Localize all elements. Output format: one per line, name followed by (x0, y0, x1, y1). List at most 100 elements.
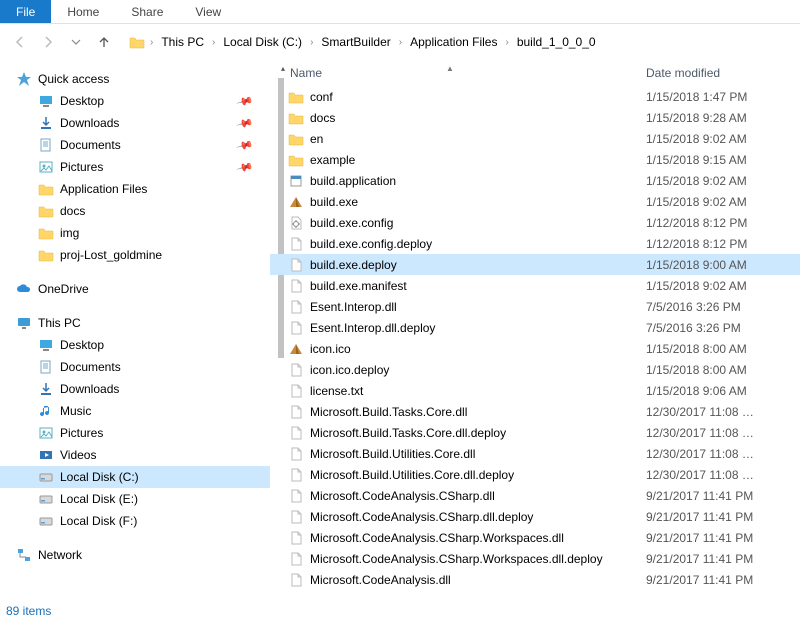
sidebar-item[interactable]: Local Disk (E:) (0, 488, 270, 510)
sidebar-item-label: Downloads (60, 382, 119, 396)
disk-icon (38, 513, 54, 529)
up-button[interactable] (92, 30, 116, 54)
file-icon (286, 467, 306, 483)
file-icon (286, 488, 306, 504)
file-row[interactable]: build.exe.config.deploy1/12/2018 8:12 PM (270, 233, 800, 254)
file-icon (286, 278, 306, 294)
sidebar-item[interactable]: Downloads📌 (0, 112, 270, 134)
sidebar-item[interactable]: Music (0, 400, 270, 422)
file-date: 1/15/2018 9:02 AM (646, 195, 786, 209)
file-row[interactable]: build.exe1/15/2018 9:02 AM (270, 191, 800, 212)
forward-button[interactable] (36, 30, 60, 54)
file-name: example (306, 153, 646, 167)
file-date: 9/21/2017 11:41 PM (646, 489, 786, 503)
file-date: 1/12/2018 8:12 PM (646, 216, 786, 230)
breadcrumb-item[interactable]: build_1_0_0_0 (513, 33, 600, 51)
chevron-right-icon: › (210, 37, 217, 48)
file-name: icon.ico.deploy (306, 363, 646, 377)
sidebar-item[interactable]: Local Disk (F:) (0, 510, 270, 532)
sidebar-item[interactable]: img (0, 222, 270, 244)
sidebar-item[interactable]: Desktop (0, 334, 270, 356)
column-date[interactable]: Date modified (646, 66, 766, 80)
sidebar-onedrive[interactable]: OneDrive (0, 278, 270, 300)
file-row[interactable]: Microsoft.Build.Utilities.Core.dll.deplo… (270, 464, 800, 485)
sidebar-item[interactable]: Pictures (0, 422, 270, 444)
sidebar-item[interactable]: Application Files (0, 178, 270, 200)
sidebar-item[interactable]: Desktop📌 (0, 90, 270, 112)
breadcrumb-item[interactable]: SmartBuilder (317, 33, 394, 51)
sidebar-item-label: Local Disk (F:) (60, 514, 137, 528)
file-row[interactable]: Microsoft.CodeAnalysis.CSharp.Workspaces… (270, 548, 800, 569)
file-row[interactable]: Microsoft.CodeAnalysis.CSharp.dll.deploy… (270, 506, 800, 527)
pin-icon: 📌 (236, 158, 254, 176)
file-row[interactable]: icon.ico.deploy1/15/2018 8:00 AM (270, 359, 800, 380)
file-row[interactable]: license.txt1/15/2018 9:06 AM (270, 380, 800, 401)
tab-share[interactable]: Share (115, 0, 179, 23)
file-row[interactable]: Microsoft.Build.Tasks.Core.dll.deploy12/… (270, 422, 800, 443)
file-row[interactable]: Microsoft.Build.Utilities.Core.dll12/30/… (270, 443, 800, 464)
recent-dropdown[interactable] (64, 30, 88, 54)
tab-view[interactable]: View (179, 0, 237, 23)
file-date: 9/21/2017 11:41 PM (646, 531, 786, 545)
file-row[interactable]: Microsoft.CodeAnalysis.dll9/21/2017 11:4… (270, 569, 800, 590)
sidebar-quick-access[interactable]: Quick access (0, 68, 270, 90)
arrow-left-icon (12, 34, 28, 50)
status-item-count: 89 items (6, 604, 51, 618)
status-bar: 89 items (0, 604, 800, 620)
file-tab[interactable]: File (0, 0, 51, 23)
sidebar-network[interactable]: Network (0, 544, 270, 566)
sidebar-label: Network (38, 548, 82, 562)
file-row[interactable]: build.exe.deploy1/15/2018 9:00 AM (270, 254, 800, 275)
file-icon (286, 509, 306, 525)
sidebar-item[interactable]: proj-Lost_goldmine (0, 244, 270, 266)
breadcrumb-item[interactable]: Local Disk (C:) (219, 33, 306, 51)
file-date: 1/15/2018 9:28 AM (646, 111, 786, 125)
sidebar-item[interactable]: Pictures 📌 (0, 156, 270, 178)
file-name: Microsoft.Build.Tasks.Core.dll.deploy (306, 426, 646, 440)
file-name: conf (306, 90, 646, 104)
file-name: build.exe.config (306, 216, 646, 230)
breadcrumb-item[interactable]: This PC (157, 33, 208, 51)
sidebar-item[interactable]: docs (0, 200, 270, 222)
sidebar-this-pc[interactable]: This PC (0, 312, 270, 334)
sort-asc-icon: ▲ (446, 64, 454, 73)
file-row[interactable]: icon.ico1/15/2018 8:00 AM (270, 338, 800, 359)
chevron-right-icon: › (397, 37, 404, 48)
pictures-icon (38, 159, 54, 175)
back-button[interactable] (8, 30, 32, 54)
sidebar-item-label: Pictures (60, 160, 103, 174)
file-row[interactable]: Esent.Interop.dll7/5/2016 3:26 PM (270, 296, 800, 317)
file-name: build.exe.deploy (306, 258, 646, 272)
chevron-right-icon: › (503, 37, 510, 48)
file-icon (286, 530, 306, 546)
sidebar-item[interactable]: Videos (0, 444, 270, 466)
sidebar-item[interactable]: Documents📌 (0, 134, 270, 156)
file-row[interactable]: docs1/15/2018 9:28 AM (270, 107, 800, 128)
cloud-icon (16, 281, 32, 297)
file-icon (286, 362, 306, 378)
file-row[interactable]: example1/15/2018 9:15 AM (270, 149, 800, 170)
breadcrumb[interactable]: › This PC › Local Disk (C:) › SmartBuild… (128, 33, 600, 51)
file-row[interactable]: en1/15/2018 9:02 AM (270, 128, 800, 149)
breadcrumb-item[interactable]: Application Files (406, 33, 501, 51)
file-row[interactable]: build.exe.manifest1/15/2018 9:02 AM (270, 275, 800, 296)
downloads-icon (38, 381, 54, 397)
file-row[interactable]: Esent.Interop.dll.deploy7/5/2016 3:26 PM (270, 317, 800, 338)
sidebar-item[interactable]: Local Disk (C:) (0, 466, 270, 488)
file-row[interactable]: Microsoft.Build.Tasks.Core.dll12/30/2017… (270, 401, 800, 422)
sidebar-item-label: Application Files (60, 182, 147, 196)
monitor-icon (16, 315, 32, 331)
pin-icon: 📌 (236, 92, 254, 110)
file-row[interactable]: Microsoft.CodeAnalysis.CSharp.dll9/21/20… (270, 485, 800, 506)
arrow-up-icon (96, 34, 112, 50)
sidebar-item[interactable]: Downloads (0, 378, 270, 400)
file-row[interactable]: Microsoft.CodeAnalysis.CSharp.Workspaces… (270, 527, 800, 548)
column-name[interactable]: Name ▲ (286, 66, 646, 80)
file-row[interactable]: build.application1/15/2018 9:02 AM (270, 170, 800, 191)
sidebar-item[interactable]: Documents (0, 356, 270, 378)
tab-home[interactable]: Home (51, 0, 115, 23)
file-row[interactable]: conf1/15/2018 1:47 PM (270, 86, 800, 107)
file-row[interactable]: build.exe.config1/12/2018 8:12 PM (270, 212, 800, 233)
sidebar-label: OneDrive (38, 282, 89, 296)
sidebar-label: This PC (38, 316, 81, 330)
